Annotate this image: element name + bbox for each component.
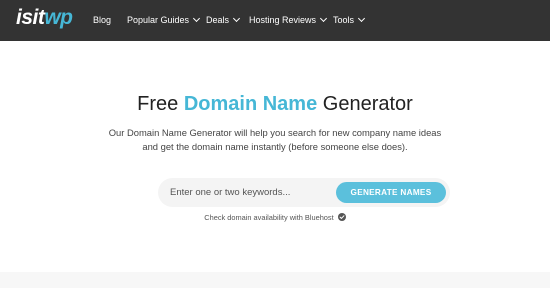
nav-item-popular-guides[interactable]: Popular Guides: [127, 12, 201, 28]
nav-item-hosting-reviews[interactable]: Hosting Reviews: [249, 12, 328, 28]
logo-text-accent: wp: [44, 6, 73, 29]
nav-item-label: Deals: [206, 15, 230, 25]
page: isitwp Blog Popular Guides Deals Hosting…: [0, 0, 550, 288]
page-title: Free Domain Name Generator: [0, 92, 550, 116]
generate-names-button[interactable]: GENERATE NAMES: [336, 182, 446, 203]
chevron-down-icon: [357, 14, 366, 23]
nav-item-deals[interactable]: Deals: [206, 12, 241, 28]
site-logo[interactable]: isitwp: [16, 6, 73, 30]
title-suffix: Generator: [317, 93, 413, 115]
title-highlight: Domain Name: [183, 93, 318, 115]
keyword-input[interactable]: [170, 185, 330, 200]
logo-text-primary: isit: [16, 6, 45, 29]
chevron-down-icon: [232, 14, 241, 23]
nav-item-blog[interactable]: Blog: [93, 12, 111, 28]
next-section-strip: [0, 272, 550, 288]
nav-item-label: Blog: [93, 15, 112, 25]
chevron-down-icon: [193, 14, 201, 23]
nav-item-tools[interactable]: Tools: [333, 12, 366, 28]
title-prefix: Free: [137, 93, 184, 115]
domain-search-form: GENERATE NAMES: [158, 178, 450, 207]
availability-note: Check domain availability with Bluehost: [0, 213, 550, 223]
chevron-down-icon: [319, 14, 328, 23]
page-description: Our Domain Name Generator will help you …: [108, 127, 442, 152]
nav-item-label: Hosting Reviews: [249, 15, 317, 25]
check-circle-icon: [337, 213, 346, 221]
nav-item-label: Tools: [333, 15, 355, 25]
nav-item-label: Popular Guides: [127, 15, 190, 25]
availability-text: Check domain availability with Bluehost: [204, 213, 334, 222]
top-navigation-bar: isitwp Blog Popular Guides Deals Hosting…: [0, 0, 550, 41]
